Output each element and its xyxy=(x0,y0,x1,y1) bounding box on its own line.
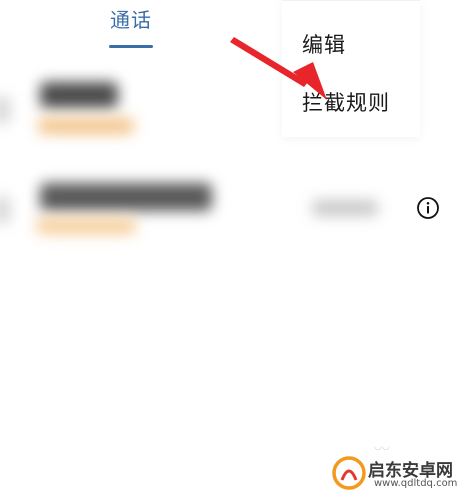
overflow-menu: 编辑 拦截规则 xyxy=(282,0,420,137)
watermark-logo-icon xyxy=(332,456,366,490)
menu-item-edit[interactable]: 编辑 xyxy=(302,29,346,59)
blurred-call-time xyxy=(312,200,378,216)
watermark-decoration: ◡◡ xyxy=(374,442,390,452)
tab-calls-label: 通话 xyxy=(110,8,152,32)
menu-item-block-rules[interactable]: 拦截规则 xyxy=(302,87,390,117)
blurred-caller-name xyxy=(40,82,118,108)
tab-calls[interactable]: 通话 xyxy=(108,4,154,48)
phone-screen: 通话 编辑 拦截规则 ◡◡ 启东安卓网 www.qdltdq.com xyxy=(0,0,457,495)
blurred-avatar xyxy=(0,196,10,224)
blurred-caller-subtext xyxy=(38,118,134,134)
watermark-url: www.qdltdq.com xyxy=(374,478,457,489)
info-icon[interactable] xyxy=(416,196,440,220)
blurred-caller-number xyxy=(40,183,212,211)
tab-active-indicator xyxy=(109,45,153,48)
blurred-avatar xyxy=(0,96,10,124)
blurred-caller-subtext xyxy=(36,218,136,234)
watermark: ◡◡ 启东安卓网 www.qdltdq.com xyxy=(322,442,457,492)
